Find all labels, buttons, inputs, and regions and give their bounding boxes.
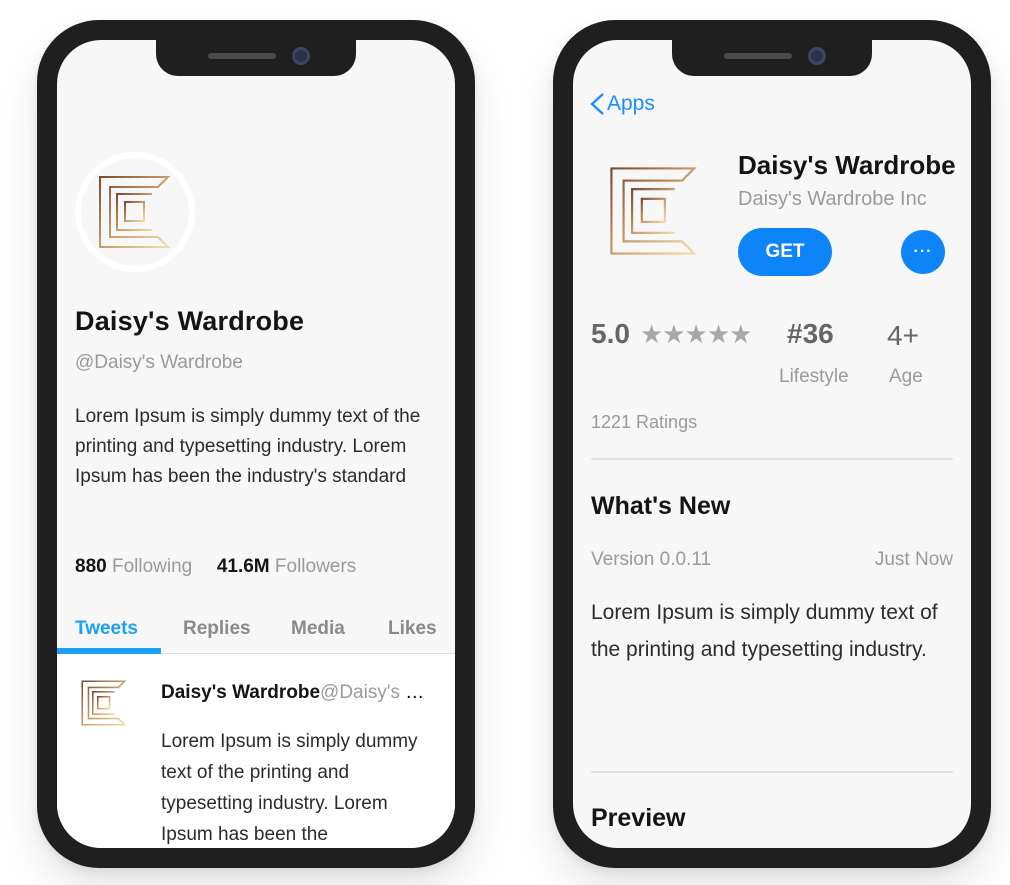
chevron-left-icon <box>590 93 604 115</box>
profile-bio: Lorem Ipsum is simply dummy text of the … <box>75 406 421 487</box>
age-label: Age <box>889 366 923 387</box>
tweet-header: Daisy's Wardrobe@Daisy's Wardrobe <box>161 682 441 704</box>
more-options-button[interactable]: ··· <box>901 230 945 274</box>
tweet-avatar[interactable] <box>81 680 127 726</box>
section-divider <box>591 458 953 460</box>
chart-rank: #36 <box>787 318 834 349</box>
back-label: Apps <box>607 92 655 115</box>
phone-frame-appstore: Apps Daisy's Wardrobe Daisy's Wardrobe I… <box>553 20 991 868</box>
speaker-grille <box>208 53 276 59</box>
front-camera-icon <box>808 47 826 65</box>
ratings-count: 1221 Ratings <box>591 412 698 432</box>
app-rating: 5.0 ★★★★★ <box>591 318 753 350</box>
tab-likes[interactable]: Likes <box>388 618 437 640</box>
back-button[interactable]: Apps <box>589 92 655 116</box>
followers-stat[interactable]: 41.6M Followers <box>217 556 356 577</box>
rating-stars-icon: ★★★★★ <box>639 318 753 349</box>
following-stat[interactable]: 880 Following <box>75 556 192 577</box>
front-camera-icon <box>292 47 310 65</box>
chart-category[interactable]: Lifestyle <box>779 366 849 388</box>
phone-frame-profile: Daisy's Wardrobe @Daisy's Wardrobe Lorem… <box>37 20 475 868</box>
profile-stats: 880 Following 41.6M Followers <box>75 556 356 578</box>
profile-handle: @Daisy's Wardrobe <box>75 352 243 373</box>
release-time: Just Now <box>874 549 953 570</box>
phone-notch <box>156 40 356 76</box>
brand-logo-icon <box>610 167 697 255</box>
profile-name: Daisy's Wardrobe <box>75 306 305 336</box>
profile-tabs: Tweets Replies Media Likes <box>57 618 455 654</box>
profile-avatar[interactable] <box>75 152 195 272</box>
tab-replies[interactable]: Replies <box>183 618 251 640</box>
profile-screen: Daisy's Wardrobe @Daisy's Wardrobe Lorem… <box>57 40 455 848</box>
tweet-text: Lorem Ipsum is simply dummy text of the … <box>161 731 418 845</box>
tweet-handle: @Daisy's Wardrobe <box>320 682 441 703</box>
rating-value: 5.0 <box>591 318 630 349</box>
get-button[interactable]: GET <box>738 228 832 276</box>
tweet-author[interactable]: Daisy's Wardrobe <box>161 682 320 703</box>
app-developer[interactable]: Daisy's Wardrobe Inc <box>738 188 927 211</box>
preview-heading: Preview <box>591 804 686 832</box>
tab-media[interactable]: Media <box>291 618 345 640</box>
version-label: Version 0.0.11 <box>591 549 712 570</box>
app-title: Daisy's Wardrobe <box>738 150 956 180</box>
phone-notch <box>672 40 872 76</box>
section-divider <box>591 771 953 773</box>
brand-logo-icon <box>81 680 127 726</box>
app-icon <box>609 166 699 256</box>
tab-tweets[interactable]: Tweets <box>75 618 138 640</box>
appstore-screen: Apps Daisy's Wardrobe Daisy's Wardrobe I… <box>573 40 971 848</box>
age-rating: 4+ <box>887 320 919 351</box>
whats-new-heading: What's New <box>591 492 731 520</box>
speaker-grille <box>724 53 792 59</box>
tweet-card[interactable]: Daisy's Wardrobe@Daisy's Wardrobe Lorem … <box>57 654 455 848</box>
whats-new-text: Lorem Ipsum is simply dummy text of the … <box>591 601 938 661</box>
brand-logo-icon <box>99 176 171 248</box>
